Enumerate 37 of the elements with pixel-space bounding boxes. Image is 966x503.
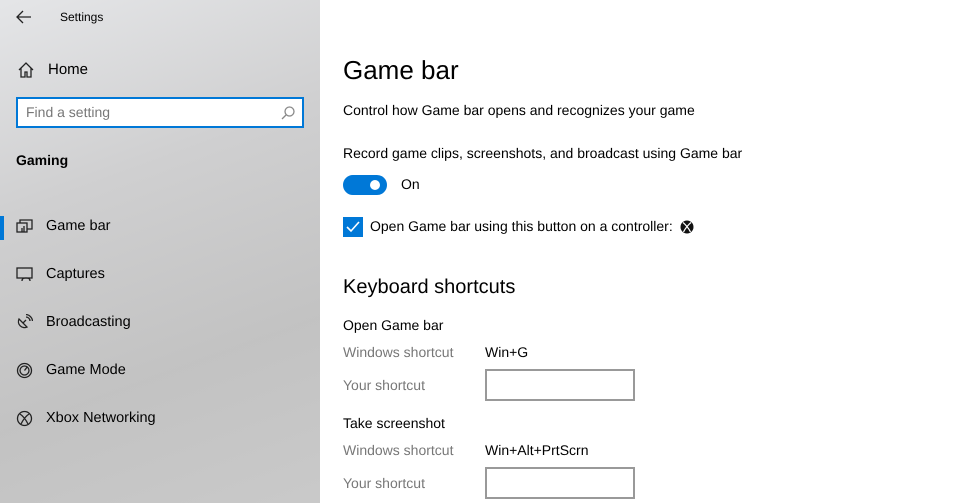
shortcut-input[interactable] [485, 369, 635, 402]
captures-icon [16, 266, 33, 283]
field-label: Windows shortcut [343, 441, 454, 460]
sidebar-item[interactable]: Game Mode [0, 346, 320, 394]
gamebar-icon [16, 218, 33, 235]
sidebar-item[interactable]: Broadcasting [0, 298, 320, 346]
toggle-state-text: On [401, 175, 420, 194]
shortcut-input[interactable] [485, 467, 635, 500]
window-title: Settings [60, 9, 104, 26]
sidebar-item[interactable]: Game bar [0, 202, 320, 250]
satellite-dish-icon [16, 314, 33, 331]
section-heading: Keyboard shortcuts [343, 275, 516, 300]
shortcut-value: Win+G [485, 343, 528, 362]
xbox-icon [16, 410, 33, 427]
description-text: Control how Game bar opens and recognizes your game [343, 101, 696, 120]
shortcut-value: Win+Alt+PrtScrn [485, 441, 588, 460]
field-label: Windows shortcut [343, 343, 454, 362]
checkbox-label: Open Game bar using this button on a controller: [370, 217, 673, 236]
home-icon [18, 62, 34, 78]
section-heading: Gaming [16, 150, 70, 170]
home-link[interactable]: Home [48, 59, 88, 82]
sidebar-item[interactable]: Captures [0, 250, 320, 298]
setting-label: Record game clips, screenshots, and broadcast using Game bar [343, 144, 744, 164]
xbox-icon [680, 220, 694, 234]
field-label: Your shortcut [343, 376, 426, 395]
back-button[interactable] [16, 10, 32, 24]
sidebar-item[interactable]: Xbox Networking [0, 394, 320, 442]
shortcut-name: Take screenshot [343, 414, 446, 434]
gauge-icon [16, 362, 33, 379]
search-icon [281, 106, 295, 120]
checkbox[interactable] [343, 216, 363, 237]
toggle-switch[interactable] [343, 174, 387, 195]
page-title: Game bar [343, 55, 460, 86]
check-icon [346, 220, 360, 233]
shortcut-name: Open Game bar [343, 316, 444, 336]
field-label: Your shortcut [343, 474, 426, 493]
search-field[interactable]: Find a setting [16, 96, 304, 128]
